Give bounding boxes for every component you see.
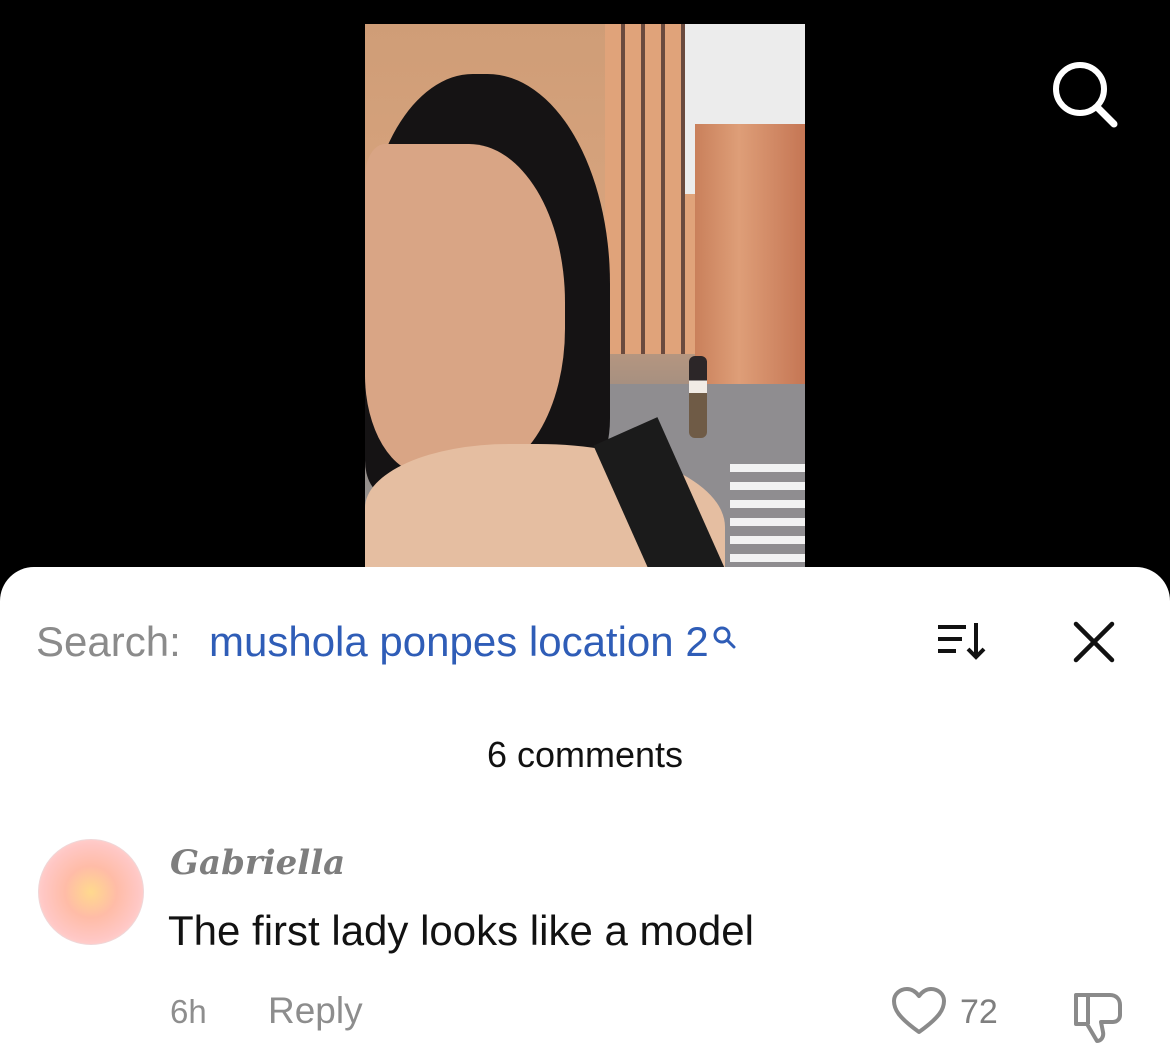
close-icon (1073, 621, 1115, 663)
search-query-text: mushola ponpes location 2 (209, 618, 709, 665)
avatar[interactable] (38, 839, 144, 945)
thumbs-down-icon (1074, 993, 1122, 1043)
close-button[interactable] (1066, 617, 1122, 667)
person-face (365, 144, 565, 474)
like-count: 72 (960, 993, 998, 1031)
sort-button[interactable] (932, 617, 992, 667)
comment-text: The first lady looks like a model (168, 907, 754, 954)
search-label: Search: (36, 618, 181, 665)
sort-icon (938, 623, 986, 660)
video-thumbnail[interactable] (365, 24, 805, 580)
heart-icon (892, 987, 946, 1034)
comment-search-row: Search: mushola ponpes location 2 (36, 617, 1136, 667)
reply-button[interactable]: Reply (268, 989, 363, 1033)
dislike-button[interactable] (1070, 987, 1126, 1043)
like-button[interactable]: 72 (892, 987, 998, 1037)
search-icon (1053, 62, 1118, 128)
comments-count: 6 comments (486, 734, 684, 775)
search-query[interactable]: mushola ponpes location 2 (209, 617, 736, 667)
background-person (689, 356, 707, 438)
search-icon (713, 626, 736, 649)
crosswalk (730, 464, 805, 574)
video-area (0, 0, 1170, 580)
comment-author[interactable]: Gabriella (170, 842, 345, 884)
building-right (695, 124, 805, 384)
comments-sheet: Search: mushola ponpes location 2 6 comm… (0, 567, 1170, 1049)
comment-time: 6h (170, 993, 207, 1030)
search-button[interactable] (1046, 56, 1126, 136)
